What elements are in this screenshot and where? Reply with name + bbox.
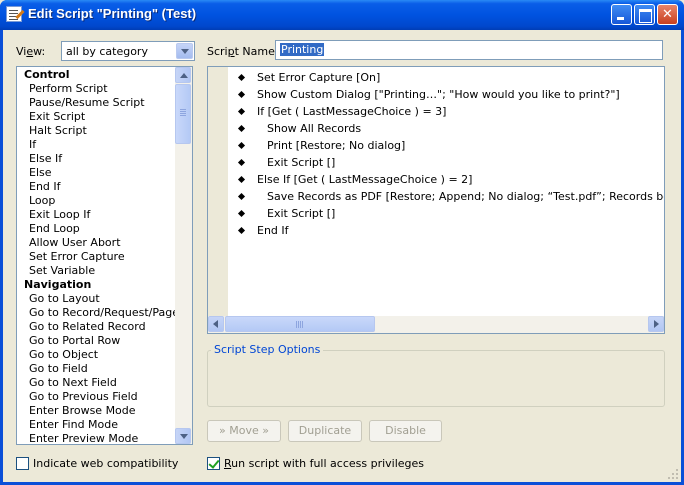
view-dropdown-value: all by category [66,45,148,58]
move-button[interactable]: » Move » [207,420,281,442]
step-list-item[interactable]: Go to Field [17,362,175,376]
script-name-label: Script Name: [207,45,279,58]
script-step-row[interactable]: Else If [Get ( LastMessageChoice ) = 2] [228,171,664,188]
step-list-item[interactable]: Go to Object [17,348,175,362]
script-step-row[interactable]: Save Records as PDF [Restore; Append; No… [228,188,664,205]
step-handle-icon[interactable] [237,73,246,82]
step-handle-icon[interactable] [237,124,246,133]
step-category[interactable]: Navigation [17,278,175,292]
minimize-button[interactable] [611,4,632,25]
script-step-row[interactable]: End If [228,222,664,239]
step-handle-icon[interactable] [237,175,246,184]
script-step-text: If [Get ( LastMessageChoice ) = 3] [257,105,447,118]
step-list-item[interactable]: Else If [17,152,175,166]
step-list-item[interactable]: Enter Find Mode [17,418,175,432]
script-name-value: Printing [280,43,325,56]
editor-gutter [208,67,228,317]
script-step-row[interactable]: Exit Script [] [228,205,664,222]
close-button[interactable]: ✕ [657,4,678,25]
step-handle-icon[interactable] [237,141,246,150]
scroll-left-button[interactable] [208,316,224,332]
script-editor[interactable]: Set Error Capture [On] Show Custom Dialog… [207,66,665,334]
script-step-text: Show Custom Dialog ["Printing…"; "How wo… [257,88,620,101]
step-list-item[interactable]: Enter Preview Mode [17,432,175,444]
script-step-row[interactable]: Print [Restore; No dialog] [228,137,664,154]
editor-horizontal-scrollbar[interactable] [208,316,664,333]
scroll-down-button[interactable] [175,428,191,444]
step-list-item[interactable]: Exit Loop If [17,208,175,222]
step-list-item[interactable]: Exit Script [17,110,175,124]
step-handle-icon[interactable] [237,107,246,116]
web-compatibility-checkbox[interactable] [16,457,29,470]
step-list-item[interactable]: Halt Script [17,124,175,138]
script-step-row[interactable]: Show All Records [228,120,664,137]
script-step-text: End If [257,224,289,237]
step-list-scrollbar[interactable] [175,67,192,444]
web-compatibility-label[interactable]: Indicate web compatibility [33,457,178,470]
step-handle-icon[interactable] [237,226,246,235]
script-step-text: Set Error Capture [On] [257,71,381,84]
script-step-text: Exit Script [] [267,207,336,220]
step-list-item[interactable]: Go to Previous Field [17,390,175,404]
step-list-item[interactable]: Enter Browse Mode [17,404,175,418]
step-list-item[interactable]: If [17,138,175,152]
chevron-down-icon[interactable] [176,43,193,59]
scroll-right-button[interactable] [648,316,664,332]
edit-script-window: Edit Script "Printing" (Test) ✕ View: al… [0,0,684,485]
step-list-item[interactable]: End If [17,180,175,194]
script-step-text: Else If [Get ( LastMessageChoice ) = 2] [257,173,473,186]
horizontal-scroll-thumb[interactable] [225,316,375,332]
step-list-item[interactable]: End Loop [17,222,175,236]
script-step-list[interactable]: Control Perform Script Pause/Resume Script… [16,66,193,445]
duplicate-button[interactable]: Duplicate [288,420,362,442]
step-handle-icon[interactable] [237,90,246,99]
step-list-item[interactable]: Loop [17,194,175,208]
script-name-input[interactable]: Printing [275,40,663,60]
scroll-thumb[interactable] [175,84,191,144]
step-list-item[interactable]: Else [17,166,175,180]
script-step-row[interactable]: Exit Script [] [228,154,664,171]
script-step-row[interactable]: If [Get ( LastMessageChoice ) = 3] [228,103,664,120]
step-list-item[interactable]: Go to Related Record [17,320,175,334]
script-step-options-box [207,350,665,407]
disable-button[interactable]: Disable [369,420,442,442]
scroll-up-button[interactable] [175,67,191,83]
step-list-item[interactable]: Go to Next Field [17,376,175,390]
script-step-row[interactable]: Set Error Capture [On] [228,69,664,86]
script-step-options-title: Script Step Options [211,343,324,356]
resize-grip[interactable] [667,468,679,480]
script-step-text: Print [Restore; No dialog] [267,139,406,152]
step-list-item[interactable]: Allow User Abort [17,236,175,250]
full-access-label[interactable]: Run script with full access privileges [224,457,424,470]
step-list-item[interactable]: Go to Portal Row [17,334,175,348]
full-access-checkbox[interactable] [207,457,220,470]
script-step-text: Show All Records [267,122,362,135]
view-label: View: [16,45,46,58]
step-handle-icon[interactable] [237,192,246,201]
view-dropdown[interactable]: all by category [61,41,195,61]
dialog-body: View: all by category Script Name: Print… [3,30,681,482]
window-title: Edit Script "Printing" (Test) [28,6,197,21]
script-steps: Set Error Capture [On] Show Custom Dialog… [228,69,664,239]
script-step-text: Save Records as PDF [Restore; Append; No… [267,190,664,203]
script-document-icon [6,6,22,22]
step-list-item[interactable]: Pause/Resume Script [17,96,175,110]
step-list-item[interactable]: Go to Layout [17,292,175,306]
title-bar[interactable]: Edit Script "Printing" (Test) ✕ [0,0,684,30]
step-list-item[interactable]: Set Variable [17,264,175,278]
step-handle-icon[interactable] [237,209,246,218]
script-step-list-items: Control Perform Script Pause/Resume Script… [17,68,179,444]
script-step-row[interactable]: Show Custom Dialog ["Printing…"; "How wo… [228,86,664,103]
step-handle-icon[interactable] [237,158,246,167]
step-category[interactable]: Control [17,68,175,82]
maximize-button[interactable] [634,4,655,25]
script-step-text: Exit Script [] [267,156,336,169]
step-list-item[interactable]: Go to Record/Request/Page [17,306,179,320]
step-list-item[interactable]: Perform Script [17,82,175,96]
step-list-item[interactable]: Set Error Capture [17,250,175,264]
